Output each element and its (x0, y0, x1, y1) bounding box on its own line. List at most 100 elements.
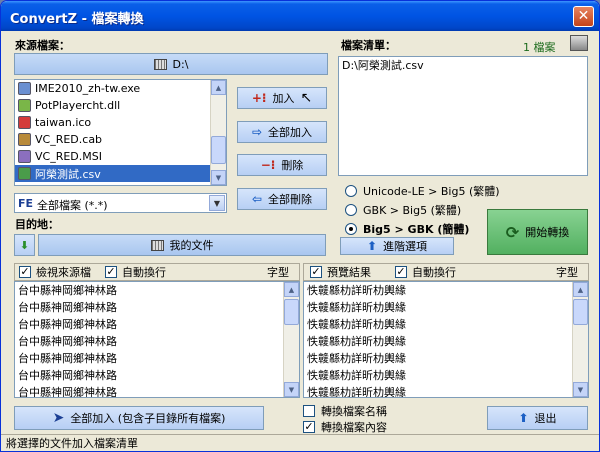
preview-text-pane[interactable]: 怢竷緜朸詳昕朸輿緣 怢竷緜朸詳昕朸輿緣 怢竷緜朸詳昕朸輿緣 怢竷緜朸詳昕朸輿緣 怢竷緜朸… (303, 281, 589, 398)
source-path-text: D:\ (172, 57, 189, 71)
right-wrap-checkbox[interactable]: ✓ 自動換行 (395, 264, 456, 280)
chevron-down-icon[interactable]: ▼ (209, 195, 225, 211)
view-source-label: 檢視來源檔 (36, 266, 91, 279)
add-button[interactable]: +⁝ 加入 ↖ (237, 87, 327, 109)
left-font-button[interactable]: 字型 (267, 264, 289, 280)
conversion-option-radio[interactable]: Unicode-LE > Big5 (繁體) (345, 183, 500, 199)
scroll-down-arrow-icon[interactable]: ▼ (573, 382, 588, 397)
scroll-down-arrow-icon[interactable]: ▼ (211, 170, 226, 185)
bottom-option-checkbox[interactable]: 轉換檔案名稱 (303, 403, 387, 419)
file-row[interactable]: VC_RED.cab (15, 131, 226, 148)
arrow-right-icon: ⇨ (251, 125, 263, 139)
installer-icon (18, 82, 31, 95)
source-text-line: 台中縣神岡鄉神林路 (18, 369, 117, 382)
list-item[interactable]: D:\阿榮測試.csv (339, 57, 587, 74)
destination-down-button[interactable]: ⬇ (14, 234, 35, 256)
file-filter-select[interactable]: FE 全部檔案 (*.*) ▼ (14, 193, 227, 213)
file-list-scrollbar[interactable]: ▲ ▼ (210, 80, 226, 185)
scroll-up-arrow-icon[interactable]: ▲ (284, 282, 299, 297)
remove-icon: −⁝ (260, 158, 276, 172)
advanced-options-label: 進階選項 (383, 240, 428, 253)
radio-icon (345, 223, 357, 235)
source-text-line: 台中縣神岡鄉神林路 (18, 318, 117, 331)
source-file-list[interactable]: IME2010_zh-tw.exe PotPlayercht.dll taiwan.… (14, 79, 227, 186)
filter-value: 全部檔案 (*.*) (37, 199, 108, 212)
conversion-option-radio[interactable]: GBK > Big5 (繁體) (345, 202, 461, 218)
checkbox-icon: ✓ (303, 420, 315, 433)
scroll-up-arrow-icon[interactable]: ▲ (211, 80, 226, 95)
preview-text-line: 怢竷緜朸詳昕朸輿緣 (307, 369, 406, 382)
file-row[interactable]: IME2010_zh-tw.exe (15, 80, 226, 97)
conversion-option-radio[interactable]: Big5 > GBK (簡體) (345, 221, 469, 237)
flag-icon (18, 116, 31, 129)
source-text-line: 台中縣神岡鄉神林路 (18, 386, 117, 398)
folder-icon (153, 58, 167, 70)
source-path-button[interactable]: D:\ (14, 53, 328, 75)
output-file-list[interactable]: D:\阿榮測試.csv (338, 56, 588, 176)
destination-path-button[interactable]: 我的文件 (38, 234, 326, 256)
file-name: PotPlayercht.dll (35, 99, 121, 112)
status-bar: 將選擇的文件加入檔案清單 (1, 434, 599, 451)
start-convert-button[interactable]: ⟳ 開始轉換 (487, 209, 588, 255)
preview-checkbox[interactable]: ✓ 預覽結果 (310, 264, 371, 280)
file-row[interactable]: PotPlayercht.dll (15, 97, 226, 114)
source-pane-scrollbar[interactable]: ▲ ▼ (283, 282, 299, 397)
source-text-line: 台中縣神岡鄉神林路 (18, 301, 117, 314)
scroll-down-arrow-icon[interactable]: ▼ (284, 382, 299, 397)
add-all-button[interactable]: ⇨ 全部加入 (237, 121, 327, 143)
file-list-label: 檔案清單： (341, 39, 396, 52)
start-convert-label: 開始轉換 (525, 226, 570, 239)
advanced-options-button[interactable]: ⬆ 進階選項 (340, 237, 454, 255)
scroll-thumb[interactable] (284, 299, 299, 325)
bottom-option-label: 轉換檔案名稱 (321, 405, 387, 418)
remove-label: 刪除 (281, 159, 304, 172)
file-name: taiwan.ico (35, 116, 92, 129)
file-count: 1 檔案 (523, 41, 556, 54)
checkbox-icon: ✓ (19, 265, 31, 278)
source-text-pane[interactable]: 台中縣神岡鄉神林路 台中縣神岡鄉神林路 台中縣神岡鄉神林路 台中縣神岡鄉神林路 台中縣神… (14, 281, 300, 398)
main-window: ConvertZ - 檔案轉換 ✕ 來源檔案： D:\ IME2010_zh-t… (0, 0, 600, 452)
filter-prefix: FE (18, 197, 34, 210)
preview-text-line: 怢竷緜朸詳昕朸輿緣 (307, 386, 406, 398)
file-row[interactable]: VC_RED.MSI (15, 148, 226, 165)
file-row[interactable]: taiwan.ico (15, 114, 226, 131)
bottom-option-checkbox[interactable]: ✓ 轉換檔案內容 (303, 419, 387, 435)
preview-pane-scrollbar[interactable]: ▲ ▼ (572, 282, 588, 397)
file-name: IME2010_zh-tw.exe (35, 82, 141, 95)
destination-label: 目的地： (15, 218, 59, 231)
add-all-subdirs-label: 全部加入 (包含子目錄所有檔案) (70, 412, 226, 425)
add-button-label: 加入 (272, 92, 295, 105)
view-source-checkbox[interactable]: ✓ 檢視來源檔 (19, 264, 91, 280)
cursor-icon: ↖ (300, 90, 313, 106)
csv-icon (18, 167, 31, 180)
bottom-option-label: 轉換檔案內容 (321, 421, 387, 434)
exit-label: 退出 (534, 412, 557, 425)
file-row[interactable]: 阿榮測試.csv (15, 165, 226, 182)
play-arrow-icon: ➤ (52, 410, 65, 426)
preview-label: 預覽結果 (327, 266, 371, 279)
close-button[interactable]: ✕ (573, 6, 594, 27)
add-icon: +⁝ (251, 91, 267, 105)
scroll-up-arrow-icon[interactable]: ▲ (573, 282, 588, 297)
exit-button[interactable]: ⬆ 退出 (487, 406, 588, 430)
add-all-subdirs-button[interactable]: ➤ 全部加入 (包含子目錄所有檔案) (14, 406, 264, 430)
source-label: 來源檔案： (15, 39, 70, 52)
preview-text-line: 怢竷緜朸詳昕朸輿緣 (307, 301, 406, 314)
window-title: ConvertZ - 檔案轉換 (10, 12, 144, 27)
remove-button[interactable]: −⁝ 刪除 (237, 154, 327, 176)
refresh-icon: ⟳ (505, 222, 520, 242)
source-text-line: 台中縣神岡鄉神林路 (18, 352, 117, 365)
remove-all-button[interactable]: ⇦ 全部刪除 (237, 188, 327, 210)
tools-icon[interactable] (570, 35, 588, 51)
destination-path-text: 我的文件 (169, 239, 214, 252)
right-font-button[interactable]: 字型 (556, 264, 578, 280)
radio-icon (345, 185, 357, 197)
conversion-option-label: GBK > Big5 (繁體) (363, 204, 462, 217)
scroll-thumb[interactable] (573, 299, 588, 325)
title-bar[interactable]: ConvertZ - 檔案轉換 ✕ (1, 1, 599, 31)
scroll-thumb[interactable] (211, 136, 226, 164)
source-pane-header: ✓ 檢視來源檔 ✓ 自動換行 字型 (14, 263, 300, 281)
left-wrap-checkbox[interactable]: ✓ 自動換行 (105, 264, 166, 280)
cabinet-icon (18, 133, 31, 146)
conversion-option-label: Big5 > GBK (簡體) (363, 223, 470, 236)
